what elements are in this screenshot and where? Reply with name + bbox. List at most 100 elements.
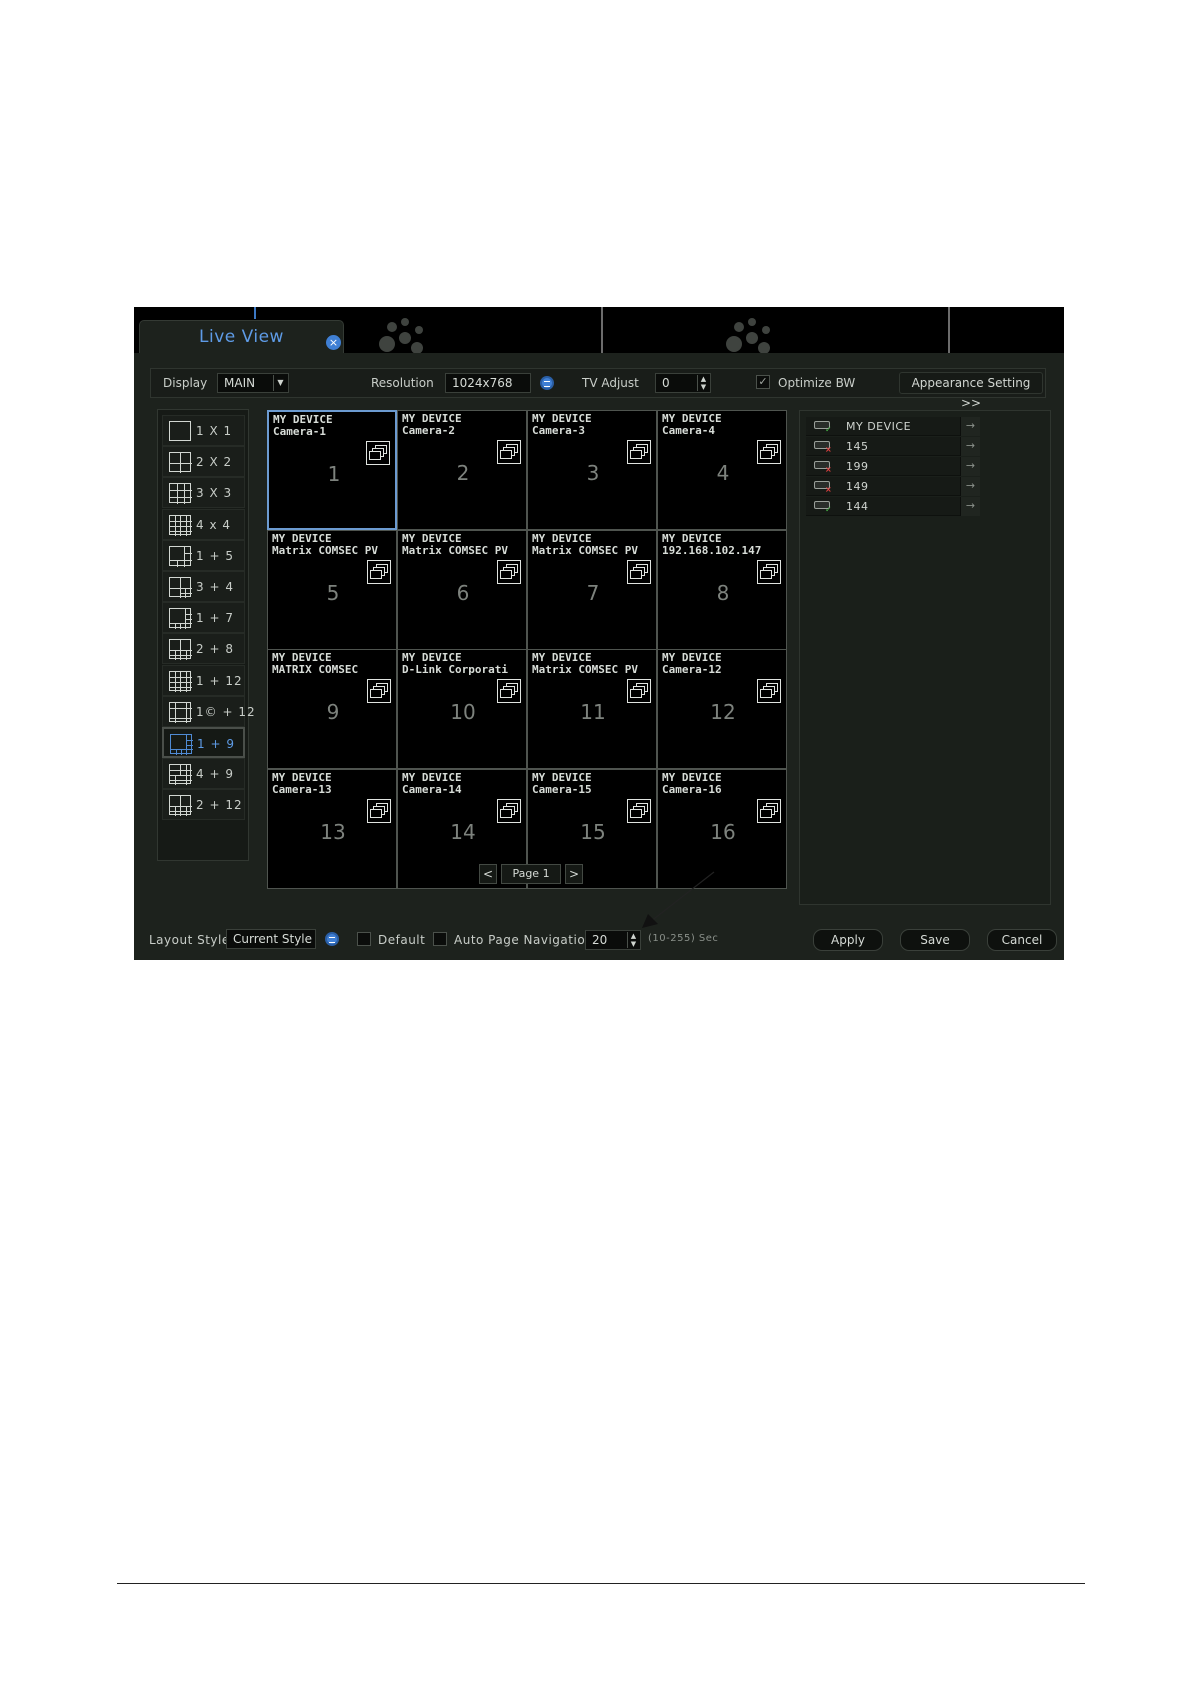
- layout-option-label: 1© + 12: [196, 704, 256, 719]
- camera-tile[interactable]: MY DEVICE Matrix COMSEC PV 11: [527, 649, 657, 769]
- camera-stack-icon[interactable]: [627, 559, 651, 584]
- camera-tile[interactable]: MY DEVICE Matrix COMSEC PV 7: [527, 529, 657, 650]
- camera-stack-icon[interactable]: [627, 798, 651, 823]
- camera-stack-icon[interactable]: [497, 559, 521, 584]
- layout-option[interactable]: 1© + 12: [162, 695, 255, 727]
- camera-tile-name: D-Link Corporati: [402, 663, 508, 676]
- camera-tile[interactable]: MY DEVICE Matrix COMSEC PV 6: [397, 529, 527, 650]
- device-row[interactable]: × 149 →: [806, 477, 980, 496]
- tab-live-view[interactable]: Live View ×: [139, 320, 344, 354]
- camera-stack-icon[interactable]: [367, 679, 391, 703]
- auto-page-navigation-label: Auto Page Navigation: [454, 933, 594, 947]
- arrow-right-icon[interactable]: →: [960, 457, 980, 476]
- spinner-arrows-icon[interactable]: ▲ ▼: [627, 932, 639, 948]
- camera-tile[interactable]: MY DEVICE D-Link Corporati 10: [397, 649, 527, 769]
- layout-option[interactable]: 4 x 4: [162, 508, 245, 540]
- layout-option[interactable]: 2 + 8: [162, 633, 245, 665]
- layout-style-field[interactable]: Current Style: [226, 929, 316, 949]
- device-row[interactable]: × 145 →: [806, 437, 980, 456]
- device-row[interactable]: ✓ MY DEVICE →: [806, 417, 980, 436]
- layout-option[interactable]: 3 + 4: [162, 571, 245, 602]
- arrow-right-icon[interactable]: →: [960, 497, 980, 516]
- online-status-icon: ✓: [825, 505, 832, 514]
- next-page-button[interactable]: >: [565, 864, 583, 884]
- camera-stack-icon[interactable]: [627, 679, 651, 703]
- default-checkbox[interactable]: [357, 932, 371, 946]
- camera-stack-icon[interactable]: [627, 440, 651, 464]
- camera-tile[interactable]: MY DEVICE MATRIX COMSEC 9: [267, 649, 397, 769]
- camera-stack-icon[interactable]: [497, 440, 521, 464]
- tab-separator: [948, 307, 950, 353]
- layout-option[interactable]: 2 X 2: [162, 446, 245, 478]
- camera-stack-icon[interactable]: [367, 798, 391, 823]
- camera-grid: MY DEVICE Camera-16 16 MY DEVICE Camera-15 15…: [267, 410, 787, 889]
- camera-tile-device: MY DEVICE: [662, 770, 722, 784]
- device-name: 145: [846, 440, 869, 453]
- camera-tile-name: Camera-2: [402, 424, 455, 437]
- device-row[interactable]: ✓ 144 →: [806, 497, 980, 516]
- camera-stack-icon[interactable]: [366, 441, 390, 465]
- tv-adjust-stepper[interactable]: 0 ▲ ▼: [655, 373, 711, 393]
- camera-tile[interactable]: MY DEVICE Camera-1 1: [267, 410, 397, 530]
- camera-stack-icon[interactable]: [497, 679, 521, 703]
- layout-style-list-icon[interactable]: [325, 932, 339, 946]
- camera-tile-device: MY DEVICE: [532, 770, 592, 784]
- layout-option[interactable]: 1 + 7: [162, 602, 245, 634]
- camera-stack-icon[interactable]: [757, 440, 781, 464]
- camera-tile-name: Matrix COMSEC PV: [532, 663, 638, 676]
- camera-tile-name: Matrix COMSEC PV: [532, 543, 638, 557]
- optimize-bw-checkbox[interactable]: ✓: [756, 375, 770, 389]
- prev-page-button[interactable]: <: [479, 864, 497, 884]
- camera-stack-icon[interactable]: [757, 559, 781, 584]
- resolution-field[interactable]: 1024x768: [445, 373, 531, 393]
- device-row[interactable]: × 199 →: [806, 457, 980, 476]
- layout-option-label: 1 + 12: [196, 673, 243, 688]
- chevron-down-icon[interactable]: ▼: [273, 375, 287, 391]
- arrow-right-icon[interactable]: →: [960, 477, 980, 496]
- camera-tile[interactable]: MY DEVICE Camera-4 4: [657, 410, 787, 530]
- camera-stack-icon[interactable]: [757, 798, 781, 823]
- camera-stack-icon[interactable]: [497, 798, 521, 823]
- camera-tile[interactable]: MY DEVICE Camera-13 13: [267, 768, 397, 889]
- camera-tile-number: 12: [710, 700, 736, 724]
- display-label: Display: [163, 376, 208, 390]
- spinner-arrows-icon[interactable]: ▲ ▼: [697, 375, 709, 391]
- arrow-right-icon[interactable]: →: [960, 417, 980, 436]
- camera-tile-name: Matrix COMSEC PV: [272, 543, 378, 557]
- layout-option[interactable]: 2 + 12: [162, 789, 245, 821]
- cancel-button[interactable]: Cancel: [987, 929, 1057, 951]
- close-icon[interactable]: ×: [326, 335, 341, 350]
- layout-option[interactable]: 4 + 9: [162, 758, 245, 790]
- camera-tile[interactable]: MY DEVICE 192.168.102.147 8: [657, 529, 787, 650]
- layout-option[interactable]: 1 X 1: [162, 415, 245, 446]
- camera-tile-device: MY DEVICE: [272, 531, 332, 545]
- layout-option[interactable]: 1 + 5: [162, 539, 245, 571]
- layout-option[interactable]: 1 + 9: [162, 727, 245, 758]
- layout-option[interactable]: 3 X 3: [162, 477, 245, 509]
- camera-stack-icon[interactable]: [757, 679, 781, 703]
- camera-tile[interactable]: MY DEVICE Matrix COMSEC PV 5: [267, 529, 397, 650]
- resolution-list-icon[interactable]: [540, 376, 554, 390]
- arrow-right-icon[interactable]: →: [960, 437, 980, 456]
- layout-grid-icon: [169, 421, 191, 441]
- camera-tile[interactable]: MY DEVICE Camera-12 12: [657, 649, 787, 769]
- appearance-setting-button[interactable]: Appearance Setting >>: [899, 372, 1043, 410]
- camera-tile-number: 1: [327, 462, 341, 486]
- device-name: MY DEVICE: [846, 420, 912, 433]
- camera-tile-device: MY DEVICE: [662, 531, 722, 545]
- display-select[interactable]: MAIN ▼: [217, 373, 289, 393]
- layout-option[interactable]: 1 + 12: [162, 664, 245, 696]
- camera-tile[interactable]: MY DEVICE Camera-2 2: [397, 410, 527, 530]
- save-button[interactable]: Save: [900, 929, 970, 951]
- camera-stack-icon[interactable]: [367, 559, 391, 584]
- auto-page-navigation-checkbox[interactable]: [433, 932, 447, 946]
- camera-tile-number: 6: [456, 580, 470, 605]
- camera-tile[interactable]: MY DEVICE Camera-3 3: [527, 410, 657, 530]
- camera-tile-number: 14: [450, 819, 476, 844]
- display-value: MAIN: [224, 376, 256, 390]
- apply-button[interactable]: Apply: [813, 929, 883, 951]
- camera-tile-name: Camera-4: [662, 424, 715, 437]
- camera-tile-device: MY DEVICE: [272, 770, 332, 784]
- auto-page-interval-stepper[interactable]: 20 ▲ ▼: [585, 930, 641, 950]
- tab-strip: Live View ×: [134, 307, 1064, 354]
